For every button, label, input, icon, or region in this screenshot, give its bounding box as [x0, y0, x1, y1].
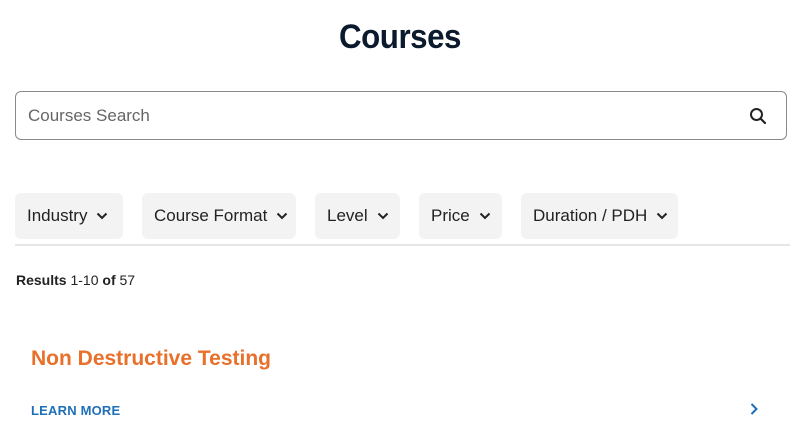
- results-of: of: [102, 272, 116, 288]
- course-title[interactable]: Non Destructive Testing: [31, 347, 271, 371]
- chevron-down-icon: [96, 212, 108, 220]
- filter-course-format[interactable]: Course Format: [142, 193, 296, 239]
- chevron-down-icon: [656, 212, 668, 220]
- filter-label: Duration / PDH: [533, 206, 648, 225]
- search-button[interactable]: [730, 92, 786, 139]
- results-prefix: Results: [16, 272, 67, 288]
- chevron-down-icon: [479, 212, 491, 220]
- results-total: 57: [119, 272, 136, 288]
- filter-label: Industry: [27, 206, 88, 225]
- filter-label: Course Format: [154, 206, 268, 225]
- search-input[interactable]: [16, 92, 730, 139]
- filter-level[interactable]: Level: [315, 193, 400, 239]
- filter-duration-pdh[interactable]: Duration / PDH: [521, 193, 678, 239]
- results-count: Results 1-10 of 57: [16, 272, 135, 288]
- filter-label: Price: [431, 206, 470, 225]
- page-title: Courses: [339, 18, 461, 56]
- results-range: 1-10: [70, 272, 99, 288]
- search-icon: [749, 107, 767, 125]
- chevron-right-icon[interactable]: [746, 401, 762, 417]
- chevron-down-icon: [276, 212, 288, 220]
- search-box: [15, 91, 787, 140]
- filter-industry[interactable]: Industry: [15, 193, 123, 239]
- filter-label: Level: [327, 206, 368, 225]
- learn-more-link[interactable]: LEARN MORE: [31, 403, 120, 418]
- filter-bar: Industry Course Format Level Price Durat…: [15, 193, 790, 246]
- filter-price[interactable]: Price: [419, 193, 502, 239]
- chevron-down-icon: [377, 212, 389, 220]
